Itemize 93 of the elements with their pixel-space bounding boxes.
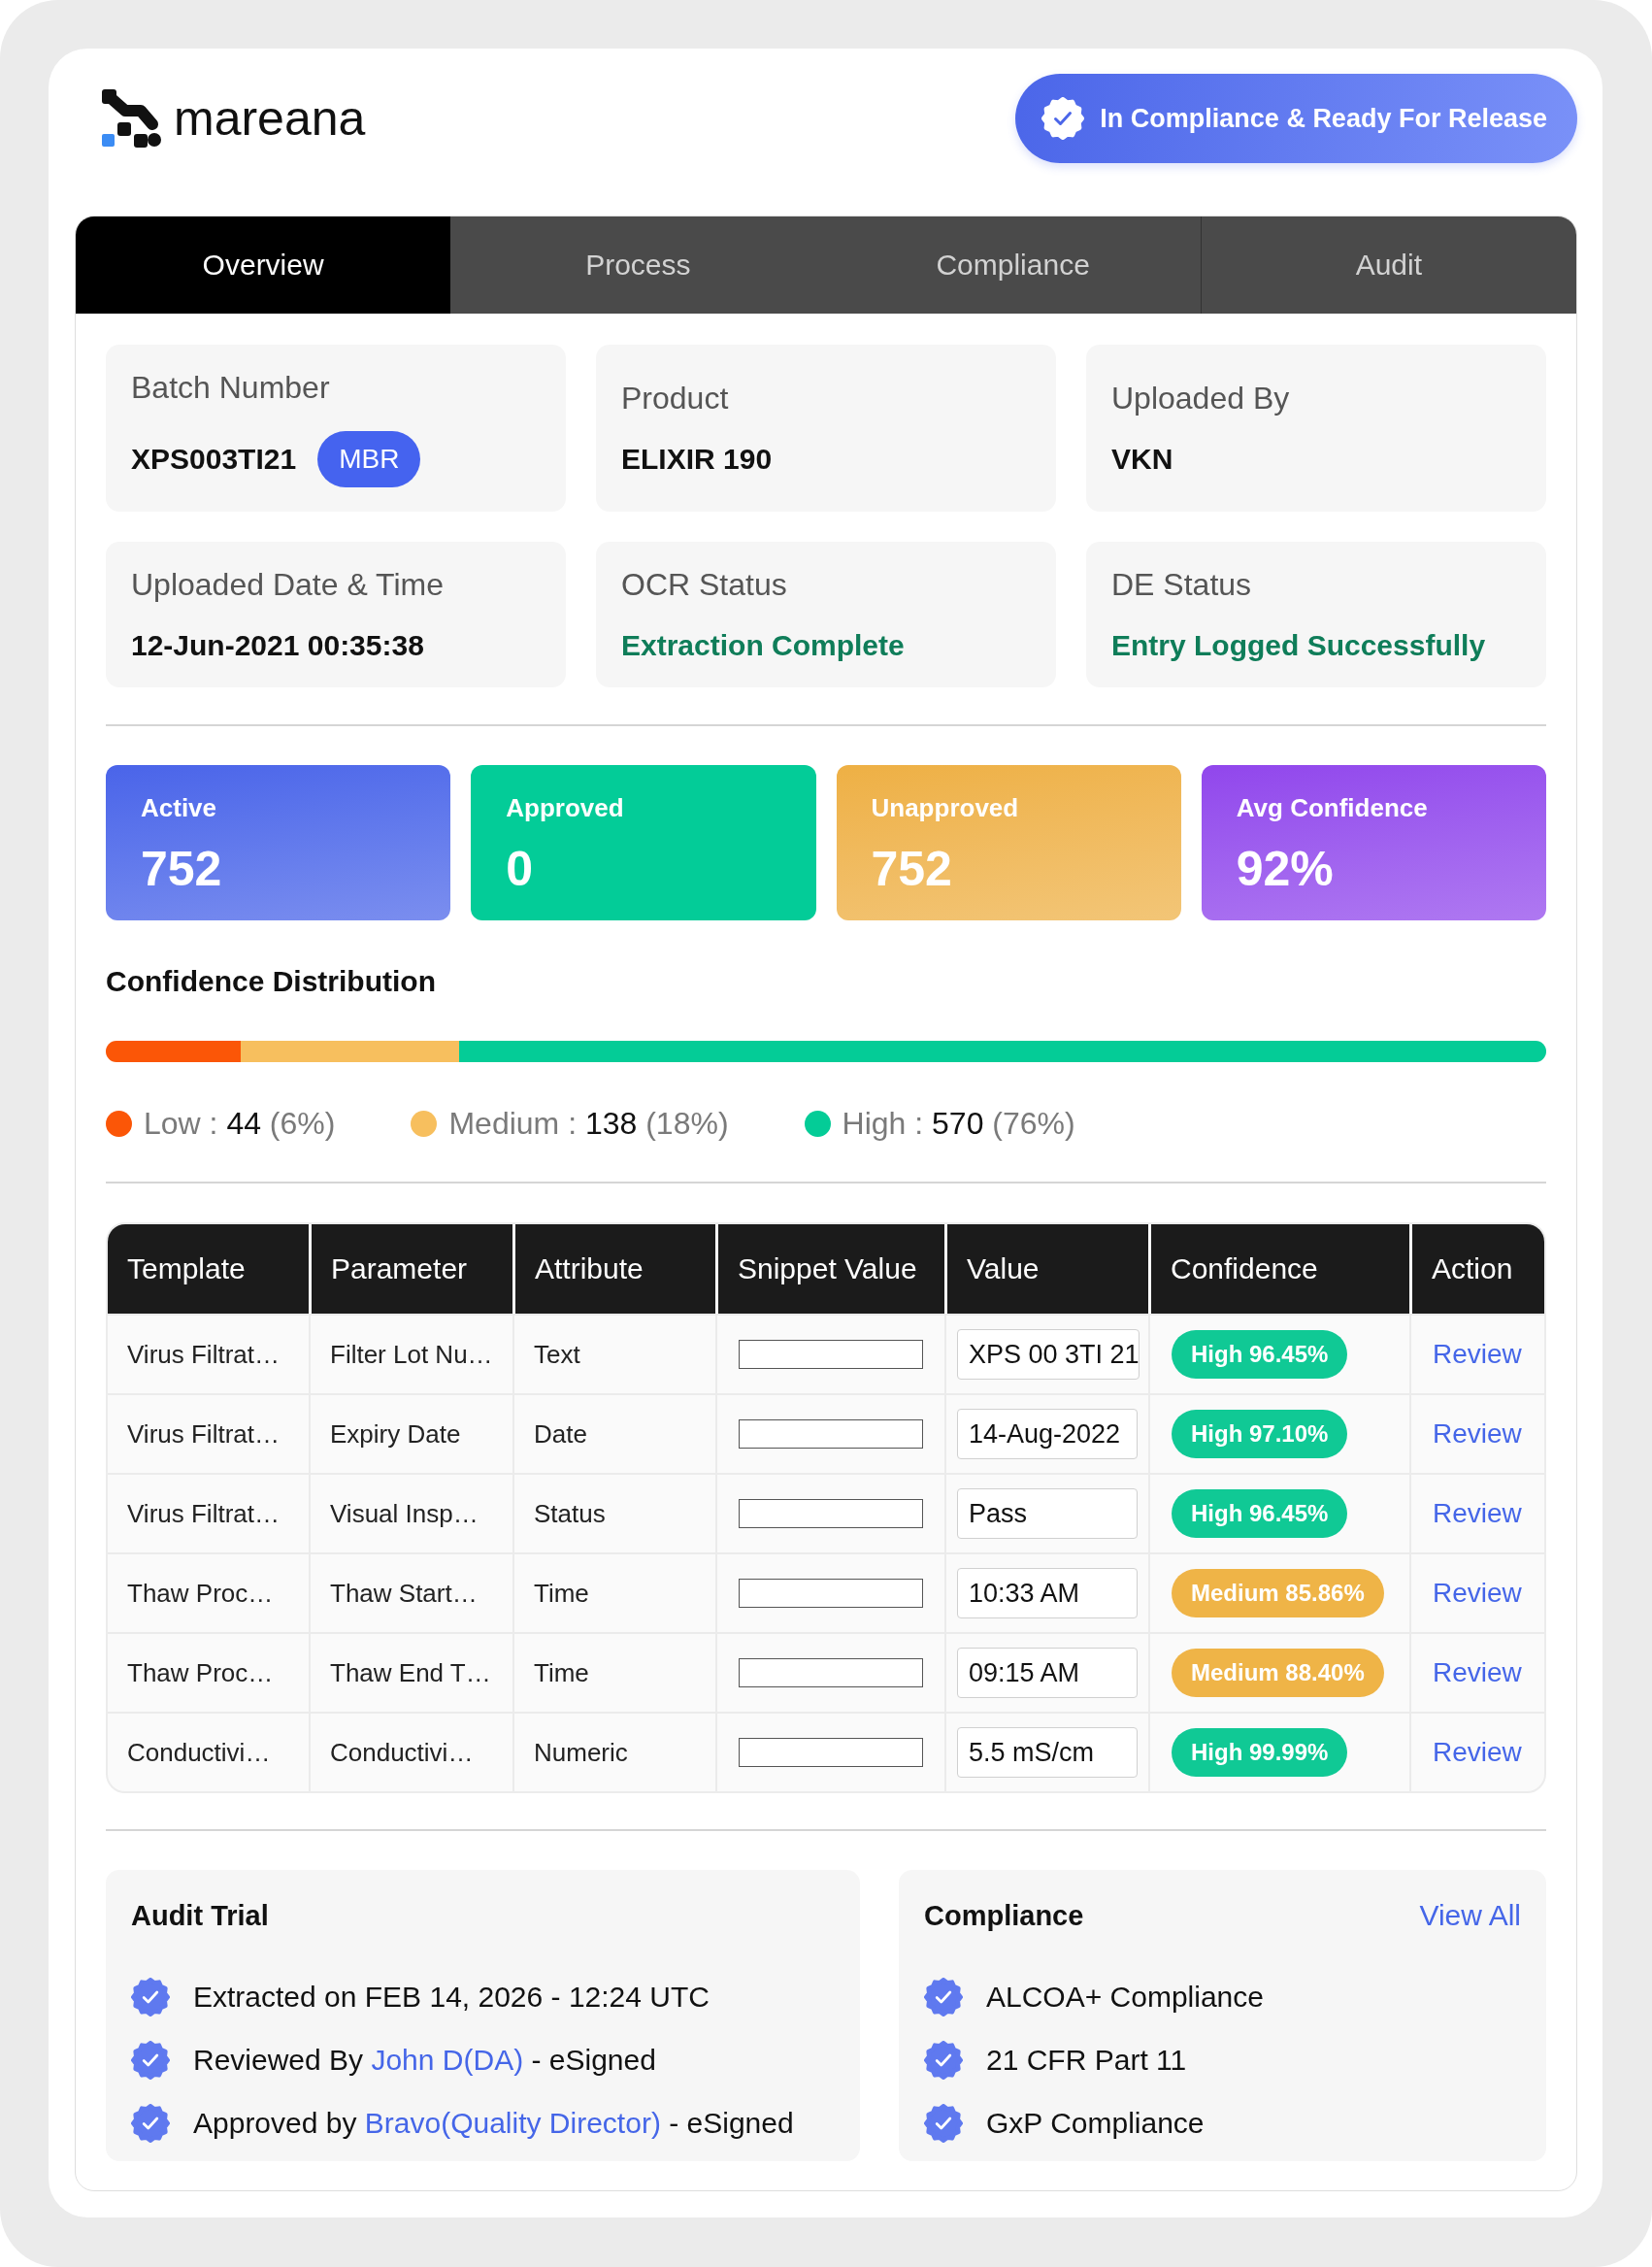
stat-value: 0 (506, 841, 534, 897)
column-header: Value (944, 1224, 1148, 1314)
compliance-item: ALCOA+ Compliance (986, 1980, 1264, 2015)
audit-entry: Reviewed By John D(DA) - eSigned (193, 2043, 656, 2078)
field-value: Entry Logged Successfully (1111, 628, 1487, 663)
table-cell: Expiry Date (309, 1393, 512, 1473)
table-cell: Thaw End T… (309, 1632, 512, 1712)
tab[interactable]: Overview (76, 217, 451, 314)
column-header: Action (1409, 1224, 1544, 1314)
stat-value: 752 (141, 841, 222, 897)
logo-icon (102, 89, 162, 148)
table-cell: Virus Filtrat… (108, 1393, 309, 1473)
column-header: Snippet Value (715, 1224, 944, 1314)
column-header: Attribute (512, 1224, 715, 1314)
verified-badge-icon (131, 1978, 170, 2017)
panel-title: Compliance (924, 1899, 1084, 1933)
tab[interactable]: Compliance (825, 217, 1201, 314)
value-field[interactable]: XPS 00 3TI 21 (957, 1329, 1140, 1380)
person-link[interactable]: Bravo(Quality Director) (364, 2107, 661, 2139)
person-link[interactable]: John D(DA) (371, 2044, 524, 2076)
table-cell: Filter Lot Nu… (309, 1314, 512, 1393)
table-cell: Virus Filtrat… (108, 1473, 309, 1552)
table-cell: Virus Filtrat… (108, 1314, 309, 1393)
legend-label: Medium : 138 (18%) (448, 1105, 729, 1143)
review-link[interactable]: Review (1433, 1737, 1522, 1768)
audit-entry: Extracted on FEB 14, 2026 - 12:24 UTC (193, 1980, 710, 2015)
table-cell: Time (512, 1552, 715, 1632)
panel-title: Audit Trial (131, 1899, 269, 1933)
section-title: Confidence Distribution (106, 964, 436, 999)
value-field[interactable]: 14-Aug-2022 (957, 1409, 1138, 1459)
verified-badge-icon (924, 2104, 963, 2143)
confidence-badge: High 99.99% (1172, 1728, 1348, 1777)
table-cell: Thaw Proc… (108, 1552, 309, 1632)
column-header: Confidence (1148, 1224, 1409, 1314)
table-cell: Visual Insp… (309, 1473, 512, 1552)
table-cell: Conductivi… (309, 1712, 512, 1791)
table-cell: Text (512, 1314, 715, 1393)
stat-label: Active (141, 792, 217, 824)
stat-value: 752 (871, 841, 952, 897)
table-cell: Conductivi… (108, 1712, 309, 1791)
verified-badge-icon (131, 2104, 170, 2143)
field-label: DE Status (1111, 566, 1253, 603)
field-value: XPS003TI21 (131, 442, 297, 477)
stat-label: Unapproved (871, 792, 1019, 824)
stat-label: Approved (506, 792, 624, 824)
review-link[interactable]: Review (1433, 1578, 1522, 1609)
field-label: Batch Number (131, 369, 331, 406)
value-field[interactable]: 5.5 mS/cm (957, 1727, 1138, 1778)
audit-entry: Approved by Bravo(Quality Director) - eSigned (193, 2106, 794, 2141)
table-cell: Time (512, 1632, 715, 1712)
field-value: Extraction Complete (621, 628, 906, 663)
record-type-badge: MBR (317, 431, 421, 487)
confidence-badge: High 96.45% (1172, 1330, 1348, 1379)
tab[interactable]: Process (450, 217, 826, 314)
verified-badge-icon (1041, 97, 1085, 140)
field-value: ELIXIR 190 (621, 442, 774, 477)
review-link[interactable]: Review (1433, 1498, 1522, 1529)
review-link[interactable]: Review (1433, 1418, 1522, 1450)
view-all-link[interactable]: View All (1419, 1898, 1521, 1933)
compliance-item: GxP Compliance (986, 2106, 1205, 2141)
value-field[interactable]: 09:15 AM (957, 1648, 1138, 1698)
review-link[interactable]: Review (1433, 1339, 1522, 1370)
confidence-badge: Medium 85.86% (1172, 1569, 1384, 1617)
verified-badge-icon (924, 2041, 963, 2080)
field-value: VKN (1111, 442, 1174, 477)
confidence-badge: High 97.10% (1172, 1410, 1348, 1458)
legend-label: Low : 44 (6%) (144, 1105, 336, 1143)
verified-badge-icon (131, 2041, 170, 2080)
value-field[interactable]: 10:33 AM (957, 1568, 1138, 1618)
column-header: Template (108, 1224, 309, 1314)
confidence-badge: High 96.45% (1172, 1489, 1348, 1538)
compliance-item: 21 CFR Part 11 (986, 2043, 1187, 2078)
table-cell: Numeric (512, 1712, 715, 1791)
review-link[interactable]: Review (1433, 1657, 1522, 1688)
table-cell: Thaw Start… (309, 1552, 512, 1632)
field-label: Product (621, 380, 730, 417)
verified-badge-icon (924, 1978, 963, 2017)
column-header: Parameter (309, 1224, 512, 1314)
tab[interactable]: Audit (1200, 217, 1576, 314)
confidence-badge: Medium 88.40% (1172, 1649, 1384, 1697)
legend-label: High : 570 (76%) (842, 1105, 1075, 1143)
table-cell: Status (512, 1473, 715, 1552)
field-label: Uploaded Date & Time (131, 566, 445, 603)
field-label: Uploaded By (1111, 380, 1291, 417)
field-label: OCR Status (621, 566, 788, 603)
value-field[interactable]: Pass (957, 1488, 1138, 1539)
field-value: 12-Jun-2021 00:35:38 (131, 628, 425, 663)
table-cell: Date (512, 1393, 715, 1473)
stat-label: Avg Confidence (1236, 792, 1428, 824)
stat-value: 92% (1236, 841, 1334, 897)
table-cell: Thaw Proc… (108, 1632, 309, 1712)
logo-text: mareana (174, 90, 366, 148)
status-text: In Compliance & Ready For Release (1100, 103, 1547, 134)
